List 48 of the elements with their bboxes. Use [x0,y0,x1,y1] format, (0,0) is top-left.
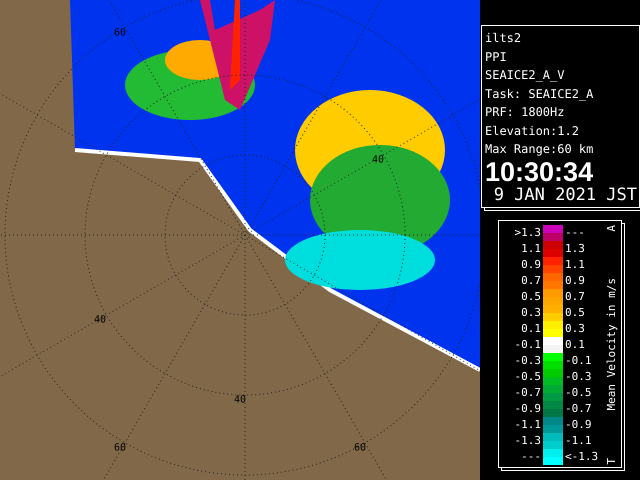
legend-upper-bound: 0.7 [564,290,586,304]
legend-upper-bound: 0.3 [564,322,586,336]
legend-lower-bound: -0.1 [514,338,542,352]
legend-lower-bound: 0.9 [520,258,542,272]
legend-lower-bound: -1.3 [514,434,542,448]
legend-upper-bound: -0.9 [564,418,592,432]
info-line: Max Range:60 km [485,141,594,158]
range-label: 40 [234,394,246,406]
legend-lower-bound: -0.9 [514,402,542,416]
legend-lower-bound: -1.1 [514,418,542,432]
info-line: PRF: 1800Hz [485,104,566,121]
legend-title: Mean Velocity in m/s [604,278,618,411]
legend-upper-bound: -1.1 [564,434,592,448]
range-label: 60 [354,442,366,454]
legend-upper-bound: 1.1 [564,258,586,272]
legend-upper-bound: 1.3 [564,242,586,256]
date-label: 9 JAN 2021 JST [492,184,637,204]
legend-upper-bound: -0.1 [564,354,592,368]
legend-upper-bound: 0.9 [564,274,586,288]
legend-lower-bound: 0.7 [520,274,542,288]
legend-lower-bound: 1.1 [520,242,542,256]
legend-lower-bound: 0.3 [520,306,542,320]
info-line: ilts2 [485,30,522,47]
legend-lower-bound: --- [520,450,542,464]
info-line: Task: SEAICE2_A [485,86,594,103]
legend-upper-bound: 0.5 [564,306,586,320]
info-line: PPI [485,48,508,66]
clock-time: 10:30:34 [485,158,594,184]
legend-upper-bound: --- [564,226,586,240]
info-line: Elevation:1.2 [485,122,580,140]
legend-upper-bound: -0.7 [564,402,592,416]
legend-top-mark: A [604,224,618,232]
range-label: 40 [94,314,106,326]
legend-upper-bound: -0.3 [564,370,592,384]
legend-bottom-mark: T [604,458,618,464]
legend-upper-bound: -0.5 [564,386,592,400]
legend-lower-bound: -0.3 [514,354,542,368]
legend-lower-bound: -0.5 [514,370,542,384]
range-label: 60 [114,28,126,39]
range-label: 60 [114,442,126,454]
legend-lower-bound: >1.3 [514,226,542,240]
info-line: SEAICE2_A_V [485,67,566,84]
legend-upper-bound: <-1.3 [564,450,600,464]
legend-upper-bound: 0.1 [564,338,586,352]
legend-lower-bound: 0.5 [520,290,542,304]
legend-lower-bound: 0.1 [520,322,542,336]
range-label: 40 [372,154,384,166]
legend-lower-bound: -0.7 [514,386,542,400]
